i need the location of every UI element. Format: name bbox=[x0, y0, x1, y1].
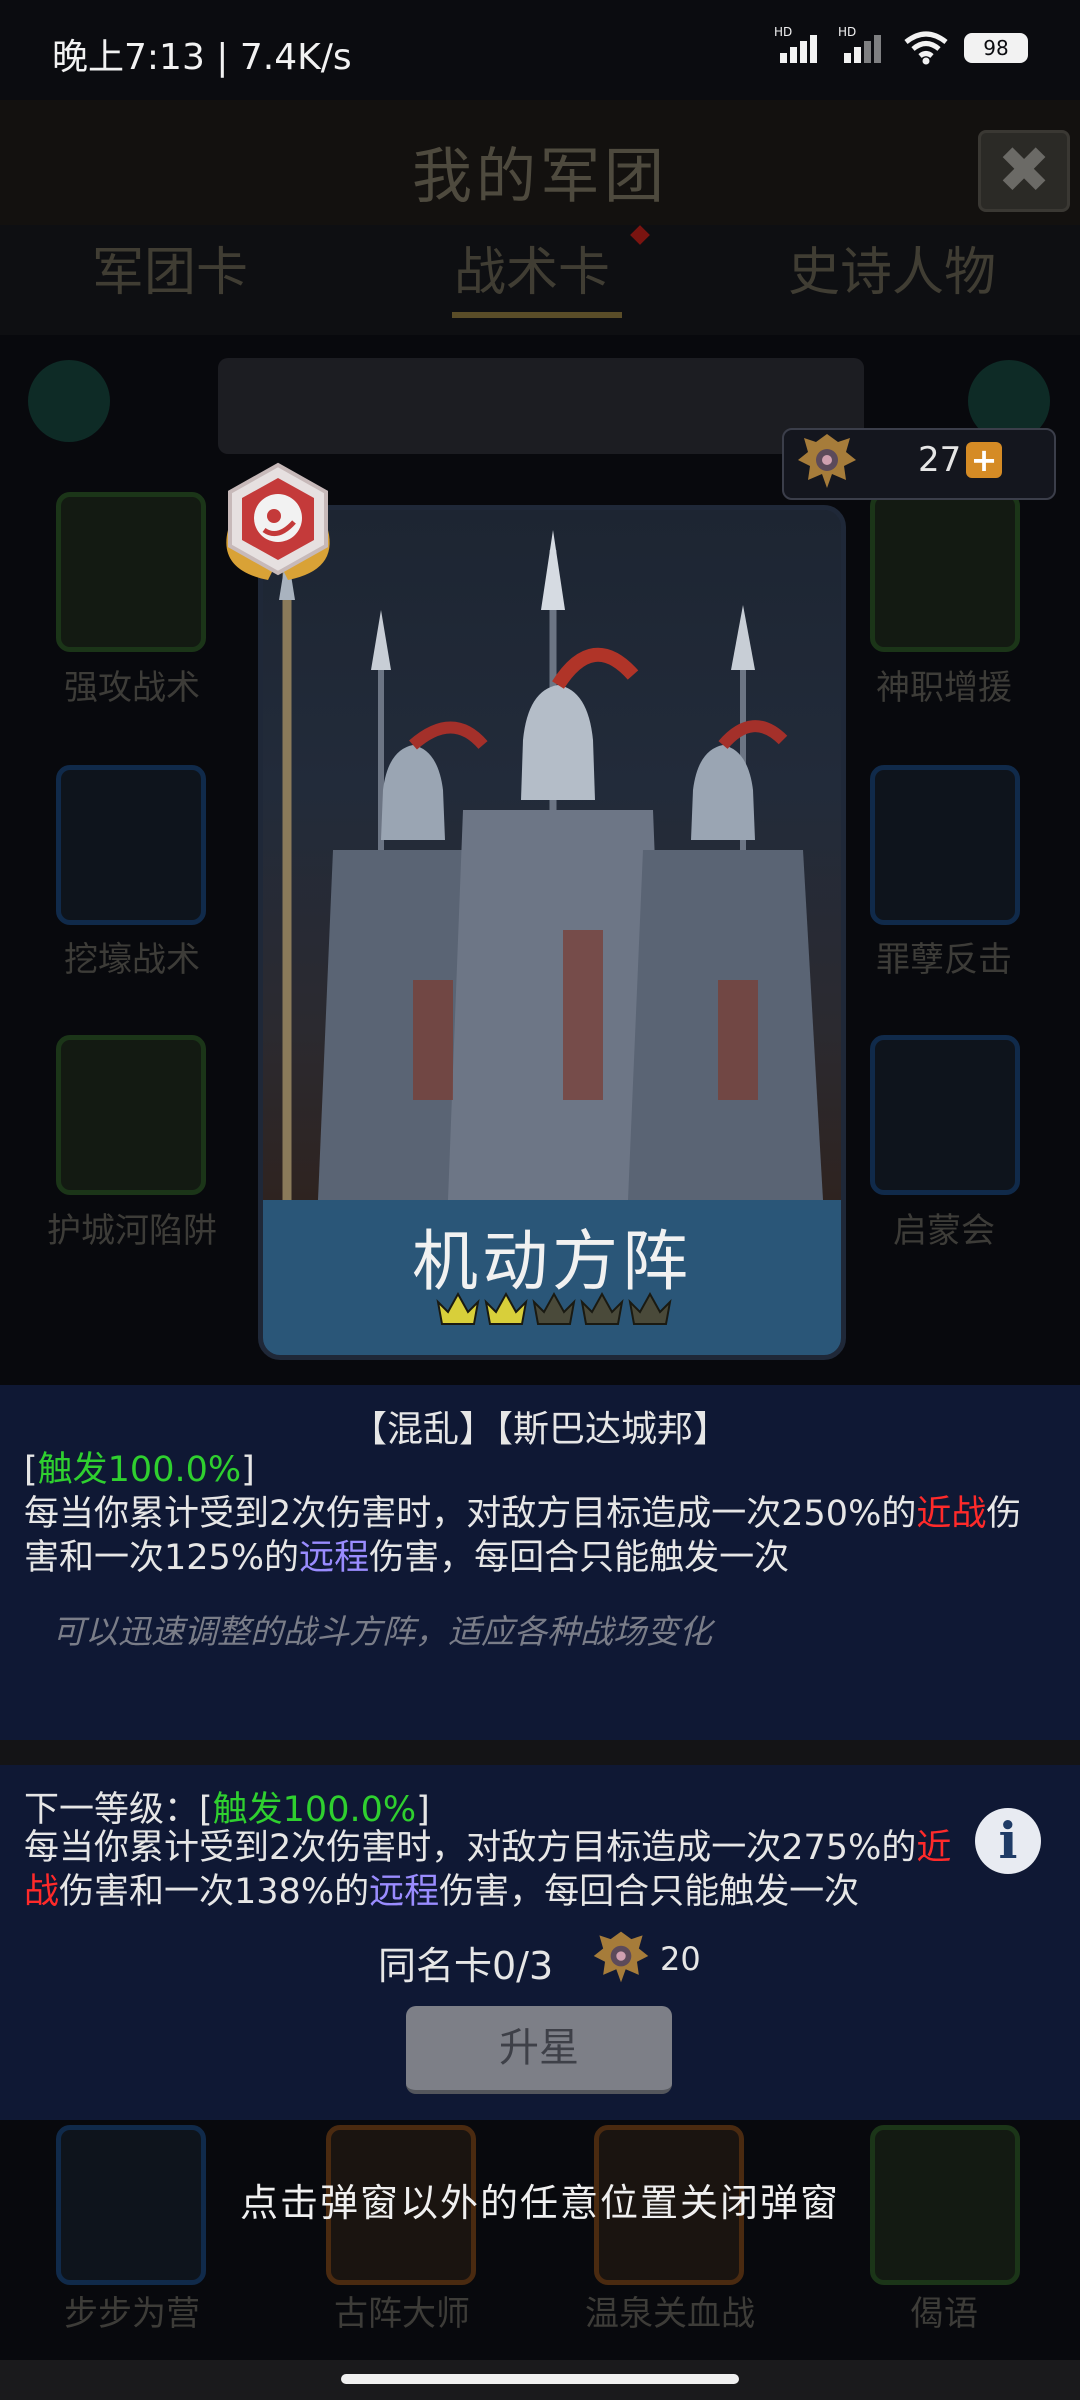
home-indicator[interactable] bbox=[341, 2374, 739, 2384]
legion-emblem-icon bbox=[593, 1931, 649, 1983]
grid-card[interactable] bbox=[870, 765, 1020, 925]
crown-filled-icon bbox=[436, 1291, 480, 1325]
rarity-badge-icon bbox=[226, 462, 330, 580]
search-input[interactable] bbox=[218, 358, 864, 454]
grid-card-label: 神职增援 bbox=[876, 668, 1012, 708]
grid-card-label: 护城河陷阱 bbox=[47, 1211, 217, 1251]
battery-icon: 98 bbox=[964, 33, 1028, 63]
grid-card[interactable] bbox=[870, 492, 1020, 652]
signal-icon-2: HD bbox=[838, 25, 888, 63]
grid-card-label: 挖壕战术 bbox=[64, 940, 200, 980]
grid-card-label: 偈语 bbox=[910, 2294, 978, 2334]
star-rating bbox=[435, 1290, 673, 1330]
list-menu-button[interactable] bbox=[28, 360, 110, 442]
card-artwork bbox=[263, 510, 841, 1200]
wifi-icon bbox=[904, 31, 948, 65]
flavor-text: 可以迅速调整的战斗方阵，适应各种战场变化 bbox=[52, 1612, 712, 1651]
crown-empty-icon bbox=[628, 1291, 672, 1325]
tab-epic-characters[interactable]: 史诗人物 bbox=[788, 230, 996, 305]
card-tags: 【混乱】【斯巴达城邦】 bbox=[350, 1409, 729, 1450]
duplicate-count: 同名卡0/3 bbox=[378, 1944, 554, 1988]
knights-illustration bbox=[279, 530, 823, 1200]
status-time: 晚上7:13 | 7.4K/s bbox=[52, 37, 352, 78]
tab-tactic-cards[interactable]: 战术卡 bbox=[454, 230, 610, 305]
ranged-keyword: 远程 bbox=[299, 1538, 370, 1578]
info-button[interactable]: i bbox=[975, 1808, 1041, 1874]
close-button[interactable]: ✖ bbox=[978, 130, 1070, 212]
trigger-line: [触发100.0%] bbox=[24, 1450, 255, 1490]
next-level-description: 每当你累计受到2次伤害时，对敌方目标造成一次275%的近战伤害和一次138%的远… bbox=[24, 1828, 952, 1912]
ranged-keyword: 远程 bbox=[369, 1872, 440, 1912]
grid-card-label: 罪孽反击 bbox=[876, 940, 1012, 980]
signal-icon: HD bbox=[774, 25, 824, 63]
grid-card-label: 启蒙会 bbox=[893, 1211, 995, 1251]
grid-card[interactable] bbox=[56, 492, 206, 652]
close-hint: 点击弹窗以外的任意位置关闭弹窗 bbox=[239, 2181, 840, 2225]
grid-card-label: 古阵大师 bbox=[334, 2294, 470, 2334]
grid-card[interactable] bbox=[870, 1035, 1020, 1195]
tab-indicator bbox=[452, 312, 622, 318]
currency-value: 27 bbox=[918, 440, 962, 480]
tab-legion-cards[interactable]: 军团卡 bbox=[92, 230, 248, 305]
grid-card-label: 强攻战术 bbox=[64, 668, 200, 708]
tactic-card: 机动方阵 bbox=[258, 505, 846, 1360]
grid-card[interactable] bbox=[56, 765, 206, 925]
panel-divider bbox=[0, 1740, 1080, 1765]
upgrade-star-button[interactable]: 升星 bbox=[406, 2006, 672, 2094]
status-icons: HD HD 98 bbox=[774, 25, 1028, 66]
page-title: 我的军团 bbox=[412, 142, 668, 212]
next-trigger-rate: 触发100.0% bbox=[212, 1790, 417, 1830]
add-currency-button[interactable]: + bbox=[966, 442, 1002, 478]
upgrade-cost: 20 bbox=[660, 1940, 701, 1978]
status-bar: 晚上7:13 | 7.4K/s HD HD 98 bbox=[0, 0, 1080, 100]
trigger-rate: 触发100.0% bbox=[37, 1450, 242, 1490]
crown-empty-icon bbox=[580, 1291, 624, 1325]
legion-emblem-icon bbox=[798, 434, 856, 488]
melee-keyword: 近战 bbox=[916, 1494, 987, 1534]
crown-empty-icon bbox=[532, 1291, 576, 1325]
crown-filled-icon bbox=[484, 1291, 528, 1325]
grid-card-label: 步步为营 bbox=[64, 2294, 200, 2334]
grid-card[interactable] bbox=[56, 1035, 206, 1195]
effect-description: 每当你累计受到2次伤害时，对敌方目标造成一次250%的近战伤害和一次125%的远… bbox=[24, 1494, 1022, 1578]
grid-card-label: 温泉关血战 bbox=[585, 2294, 755, 2334]
